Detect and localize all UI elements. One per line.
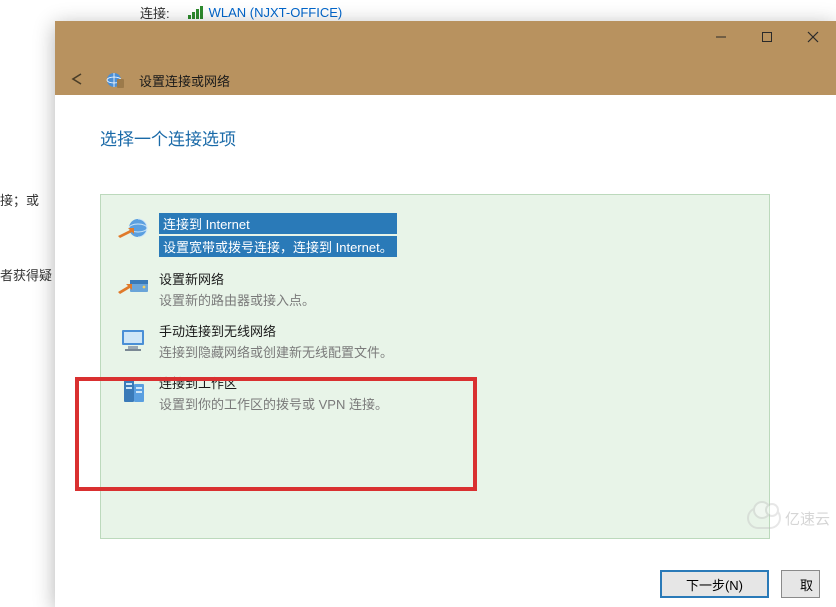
close-button[interactable] — [790, 21, 836, 53]
connection-name[interactable]: WLAN (NJXT-OFFICE) — [209, 5, 343, 20]
option-title: 连接到工作区 — [159, 373, 388, 392]
window-controls — [698, 21, 836, 65]
back-arrow-icon[interactable] — [65, 68, 91, 93]
wizard-footer: 下一步(N) 取 — [55, 561, 836, 607]
titlebar — [55, 21, 836, 65]
option-setup-new-network[interactable]: 设置新网络 设置新的路由器或接入点。 — [107, 263, 763, 315]
monitor-wifi-icon — [113, 321, 153, 357]
options-list: 连接到 Internet 设置宽带或拨号连接，连接到 Internet。 设置新… — [100, 194, 770, 539]
option-title: 手动连接到无线网络 — [159, 321, 393, 340]
globe-arrow-icon — [113, 213, 153, 249]
server-tower-icon — [113, 373, 153, 409]
wifi-signal-icon — [188, 6, 203, 19]
content-area: 选择一个连接选项 连接到 Internet 设置宽带或拨号连接，连接到 Inte… — [55, 95, 836, 539]
option-title: 连接到 Internet — [159, 213, 397, 234]
minimize-button[interactable] — [698, 21, 744, 53]
router-arrow-icon — [113, 269, 153, 305]
option-desc: 设置新的路由器或接入点。 — [159, 290, 315, 309]
bg-text-fragment-1: 接；或 — [0, 190, 39, 209]
option-manual-wireless[interactable]: 手动连接到无线网络 连接到隐藏网络或创建新无线配置文件。 — [107, 315, 763, 367]
next-button[interactable]: 下一步(N) — [660, 570, 769, 598]
breadcrumb-title: 设置连接或网络 — [139, 71, 230, 90]
wizard-window: 设置连接或网络 选择一个连接选项 连接到 Internet 设置宽带或拨号连接，… — [55, 21, 836, 607]
wizard-heading: 选择一个连接选项 — [100, 125, 791, 150]
cancel-button[interactable]: 取 — [781, 570, 820, 598]
option-connect-internet[interactable]: 连接到 Internet 设置宽带或拨号连接，连接到 Internet。 — [107, 207, 763, 263]
bg-text-fragment-2: 者获得疑 — [0, 265, 52, 284]
option-desc: 连接到隐藏网络或创建新无线配置文件。 — [159, 342, 393, 361]
option-title: 设置新网络 — [159, 269, 315, 288]
option-desc: 设置到你的工作区的拨号或 VPN 连接。 — [159, 394, 388, 413]
connection-label: 连接: — [140, 3, 170, 22]
option-desc: 设置宽带或拨号连接，连接到 Internet。 — [159, 236, 397, 257]
network-globe-icon — [105, 71, 125, 89]
breadcrumb-bar: 设置连接或网络 — [55, 65, 836, 95]
option-connect-workplace[interactable]: 连接到工作区 设置到你的工作区的拨号或 VPN 连接。 — [107, 367, 763, 419]
maximize-button[interactable] — [744, 21, 790, 53]
